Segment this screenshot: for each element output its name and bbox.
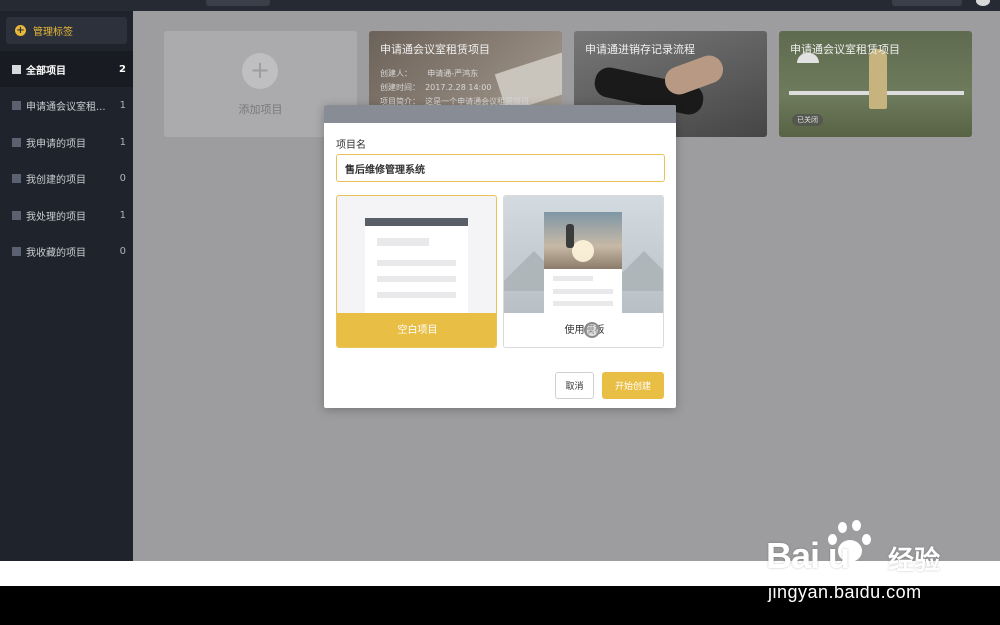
blank-project-option[interactable]: 空白项目: [336, 195, 497, 348]
manage-tags-label: 管理标签: [33, 27, 73, 38]
sidebar-item-count: 1: [119, 209, 126, 221]
doc-line: [377, 292, 456, 298]
sidebar-item-my-handled[interactable]: 我处理的项目 1: [0, 197, 133, 233]
project-card[interactable]: 申请通会议室租赁项目 已关闭: [779, 31, 972, 137]
sidebar-item-count: 2: [119, 63, 126, 75]
doc-line: [377, 260, 456, 266]
project-card-title: 申请通进销存记录流程: [585, 43, 695, 56]
avatar[interactable]: [976, 0, 990, 6]
create-project-dialog: 项目名 空白项目 使用模板 取消 开始创建: [324, 105, 676, 408]
baidu-logo: Bai u: [766, 535, 850, 576]
blank-doc-preview: [365, 218, 468, 316]
sidebar-item-meeting-room[interactable]: 申请通会议室租... 1: [0, 87, 133, 123]
project-card-title: 申请通会议室租赁项目: [380, 43, 490, 56]
status-badge: 已关闭: [792, 114, 823, 126]
sidebar-item-count: 1: [119, 99, 126, 111]
sidebar-item-all-projects[interactable]: 全部项目 2: [0, 51, 133, 87]
mouse-cursor-icon: [584, 322, 600, 338]
project-card-title: 申请通会议室租赁项目: [790, 43, 900, 56]
time-label: 创建时间：: [380, 83, 420, 92]
sidebar-item-count: 1: [119, 136, 126, 148]
template-doc-preview: [544, 212, 622, 313]
start-create-button[interactable]: 开始创建: [602, 372, 664, 399]
square-icon: [12, 210, 21, 220]
top-button[interactable]: [892, 0, 962, 6]
top-tab[interactable]: [206, 0, 270, 6]
use-template-option[interactable]: 使用模板: [503, 195, 664, 348]
time-value: 2017.2.28 14:00: [425, 83, 492, 92]
card-image-figure: [869, 49, 887, 109]
cancel-button[interactable]: 取消: [555, 372, 594, 399]
plus-circle-icon: +: [15, 25, 26, 36]
jingyan-label: 经验: [888, 546, 941, 576]
sidebar-item-label: 我创建的项目: [26, 174, 86, 186]
square-icon: [12, 100, 21, 110]
sidebar-item-my-applied[interactable]: 我申请的项目 1: [0, 124, 133, 160]
top-bar: [0, 0, 1000, 11]
sidebar-item-my-favorites[interactable]: 我收藏的项目 0: [0, 233, 133, 269]
baidu-jingyan-watermark: Bai u 经验 jingyan.baidu.com: [766, 520, 996, 605]
person-shape: [566, 224, 574, 248]
sidebar-item-label: 全部项目: [26, 65, 66, 77]
project-card-creator: 创建人： 申请通-严鸿东: [380, 68, 478, 79]
sidebar-item-label: 申请通会议室租...: [26, 101, 106, 113]
manage-tags-button[interactable]: + 管理标签: [6, 17, 127, 44]
sun-shape: [572, 240, 594, 262]
doc-header-bar: [365, 218, 468, 226]
square-icon: [12, 64, 21, 74]
doc-line: [377, 276, 456, 282]
dialog-header: [324, 105, 676, 123]
doc-line: [377, 238, 429, 246]
doc-line: [553, 301, 613, 306]
square-icon: [12, 173, 21, 183]
creator-value: 申请通-严鸿东: [427, 69, 479, 78]
project-name-input[interactable]: [336, 154, 665, 182]
plus-icon: +: [242, 53, 278, 89]
doc-line: [553, 276, 593, 281]
sidebar-item-label: 我申请的项目: [26, 138, 86, 150]
blank-project-label: 空白项目: [337, 313, 496, 347]
creator-label: 创建人：: [380, 69, 412, 78]
sidebar-item-label: 我处理的项目: [26, 211, 86, 223]
square-icon: [12, 246, 21, 256]
sidebar-item-count: 0: [119, 245, 126, 257]
sidebar-item-label: 我收藏的项目: [26, 247, 86, 259]
template-photo: [544, 212, 622, 269]
sidebar: + 管理标签 全部项目 2 申请通会议室租... 1 我申请的项目 1 我创建的…: [0, 11, 133, 561]
doc-line: [553, 289, 613, 294]
sidebar-item-my-created[interactable]: 我创建的项目 0: [0, 160, 133, 196]
square-icon: [12, 137, 21, 147]
project-card-time: 创建时间： 2017.2.28 14:00: [380, 82, 491, 93]
sidebar-item-count: 0: [119, 172, 126, 184]
project-name-label: 项目名: [336, 140, 366, 151]
watermark-url: jingyan.baidu.com: [768, 582, 922, 602]
